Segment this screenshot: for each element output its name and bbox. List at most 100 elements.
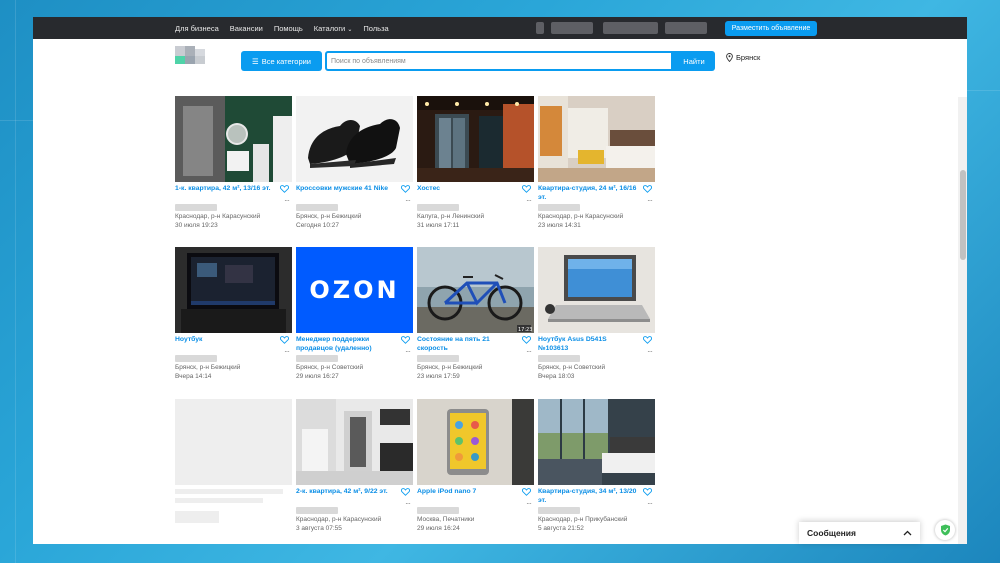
listing-photo[interactable]: [175, 96, 292, 182]
favorite-heart-icon[interactable]: [643, 185, 652, 193]
browser-window: Для бизнеса Вакансии Помощь Каталоги ⌄ П…: [33, 17, 967, 544]
listing-title[interactable]: Менеджер поддержки продавцов (удаленно): [296, 336, 396, 353]
nav-business[interactable]: Для бизнеса: [175, 24, 219, 33]
listing-location: Краснодар, р-н Карасунский: [538, 213, 624, 220]
listing-photo[interactable]: [538, 247, 655, 333]
listing-title[interactable]: 2-к. квартира, 42 м², 9/22 эт.: [296, 488, 396, 497]
nav-help[interactable]: Помощь: [274, 24, 303, 33]
listing-date: 3 августа 07:55: [296, 524, 342, 532]
listing-date: 29 июля 16:27: [296, 372, 339, 380]
listing-title[interactable]: Ноутбук Asus D541S №103613: [538, 336, 638, 353]
listing-card[interactable]: 2-к. квартира, 42 м², 9/22 эт. ··· Красн…: [296, 399, 413, 533]
listing-title[interactable]: Хостес: [417, 185, 517, 194]
listing-title[interactable]: Ноутбук: [175, 336, 275, 345]
more-options-icon[interactable]: ···: [647, 197, 653, 205]
desktop-background-line: [967, 90, 1000, 91]
listing-date: Вчера 18:03: [538, 372, 575, 380]
listing-photo[interactable]: [417, 96, 534, 182]
all-categories-label: Все категории: [261, 56, 311, 66]
more-options-icon[interactable]: ···: [284, 348, 290, 356]
ozon-logo-text: OZON: [309, 276, 400, 304]
favorite-heart-icon[interactable]: [522, 336, 531, 344]
favorite-heart-icon[interactable]: [643, 488, 652, 496]
listing-location: Брянск, р-н Советский: [296, 364, 364, 371]
more-options-icon[interactable]: ···: [405, 500, 411, 508]
skeleton-photo: [175, 399, 292, 485]
find-button[interactable]: Найти: [673, 51, 715, 71]
scrollbar-thumb[interactable]: [960, 170, 966, 260]
listing-card[interactable]: Кроссовки мужские 41 Nike ··· Брянск, р-…: [296, 96, 413, 230]
messages-panel[interactable]: Сообщения: [799, 522, 920, 544]
more-options-icon[interactable]: ···: [647, 500, 653, 508]
location-selector[interactable]: Брянск: [726, 53, 760, 62]
listing-photo[interactable]: [538, 399, 655, 485]
listing-title[interactable]: Кроссовки мужские 41 Nike: [296, 185, 396, 194]
blurred-user-item: [665, 22, 707, 34]
more-options-icon[interactable]: ···: [284, 197, 290, 205]
chevron-down-icon: ⌄: [347, 26, 353, 33]
listing-card-loading: [175, 399, 292, 523]
categories-icon: ☰: [251, 56, 259, 66]
more-options-icon[interactable]: ···: [405, 348, 411, 356]
blurred-user-item: [603, 22, 658, 34]
blurred-price: [417, 507, 459, 514]
site-logo[interactable]: [175, 46, 215, 66]
more-options-icon[interactable]: ···: [526, 348, 532, 356]
listing-date: 23 июля 17:59: [417, 372, 460, 380]
listing-title[interactable]: Apple iPod nano 7: [417, 488, 517, 497]
search-input[interactable]: Поиск по объявлениям: [325, 51, 673, 71]
nav-benefit[interactable]: Польза: [363, 24, 388, 33]
nav-vacancies[interactable]: Вакансии: [230, 24, 263, 33]
blurred-user-item: [536, 22, 544, 34]
chevron-up-icon[interactable]: [903, 530, 912, 536]
listing-title[interactable]: Состояние на пять 21 скорость: [417, 336, 517, 353]
favorite-heart-icon[interactable]: [522, 488, 531, 496]
listing-card[interactable]: Ноутбук ··· Брянск, р-н Бежицкий Вчера 1…: [175, 247, 292, 381]
favorite-heart-icon[interactable]: [522, 185, 531, 193]
favorite-heart-icon[interactable]: [280, 336, 289, 344]
listing-date: 31 июля 17:11: [417, 221, 460, 229]
listing-photo[interactable]: [417, 399, 534, 485]
favorite-heart-icon[interactable]: [280, 185, 289, 193]
listing-photo[interactable]: 17:23: [417, 247, 534, 333]
listing-photo[interactable]: [296, 96, 413, 182]
more-options-icon[interactable]: ···: [405, 197, 411, 205]
shield-check-icon[interactable]: [935, 520, 955, 540]
favorite-heart-icon[interactable]: [643, 336, 652, 344]
skeleton-line: [175, 489, 283, 494]
desktop-background-line: [15, 0, 16, 563]
listing-location: Брянск, р-н Бежицкий: [296, 213, 362, 220]
listing-photo[interactable]: [175, 247, 292, 333]
all-categories-button[interactable]: ☰ Все категории: [241, 51, 322, 71]
listing-card[interactable]: 1-к. квартира, 42 м², 13/16 эт. ··· Крас…: [175, 96, 292, 230]
listing-photo[interactable]: [538, 96, 655, 182]
location-label: Брянск: [736, 53, 761, 62]
page-scrollbar[interactable]: [958, 97, 967, 544]
listing-card[interactable]: Apple iPod nano 7 ··· Москва, Печатники …: [417, 399, 534, 533]
favorite-heart-icon[interactable]: [401, 185, 410, 193]
favorite-heart-icon[interactable]: [401, 336, 410, 344]
favorite-heart-icon[interactable]: [401, 488, 410, 496]
listing-card[interactable]: Квартира-студия, 34 м², 13/20 эт. ··· Кр…: [538, 399, 655, 533]
skeleton-line: [175, 498, 263, 503]
listing-card[interactable]: Квартира-студия, 24 м², 16/16 эт. ··· Кр…: [538, 96, 655, 230]
listing-photo[interactable]: [296, 399, 413, 485]
listing-location: Краснодар, р-н Карасунский: [175, 213, 261, 220]
listing-location: Калуга, р-н Ленинский: [417, 213, 485, 220]
listing-title[interactable]: Квартира-студия, 24 м², 16/16 эт.: [538, 185, 638, 202]
listing-card[interactable]: Ноутбук Asus D541S №103613 ··· Брянск, р…: [538, 247, 655, 381]
listing-title[interactable]: Квартира-студия, 34 м², 13/20 эт.: [538, 488, 638, 505]
blurred-price: [417, 204, 459, 211]
listing-card[interactable]: OZON Менеджер поддержки продавцов (удале…: [296, 247, 413, 381]
more-options-icon[interactable]: ···: [647, 348, 653, 356]
nav-catalogs[interactable]: Каталоги ⌄: [314, 24, 353, 33]
more-options-icon[interactable]: ···: [526, 500, 532, 508]
post-ad-button[interactable]: Разместить объявление: [725, 21, 817, 36]
listing-photo[interactable]: OZON: [296, 247, 413, 333]
more-options-icon[interactable]: ···: [526, 197, 532, 205]
listing-title[interactable]: 1-к. квартира, 42 м², 13/16 эт.: [175, 185, 275, 194]
listing-card[interactable]: Хостес ··· Калуга, р-н Ленинский 31 июля…: [417, 96, 534, 230]
blurred-user-item: [551, 22, 593, 34]
listing-card[interactable]: 17:23 Состояние на пять 21 скорость ··· …: [417, 247, 534, 381]
nav-catalogs-label: Каталоги: [313, 23, 346, 33]
